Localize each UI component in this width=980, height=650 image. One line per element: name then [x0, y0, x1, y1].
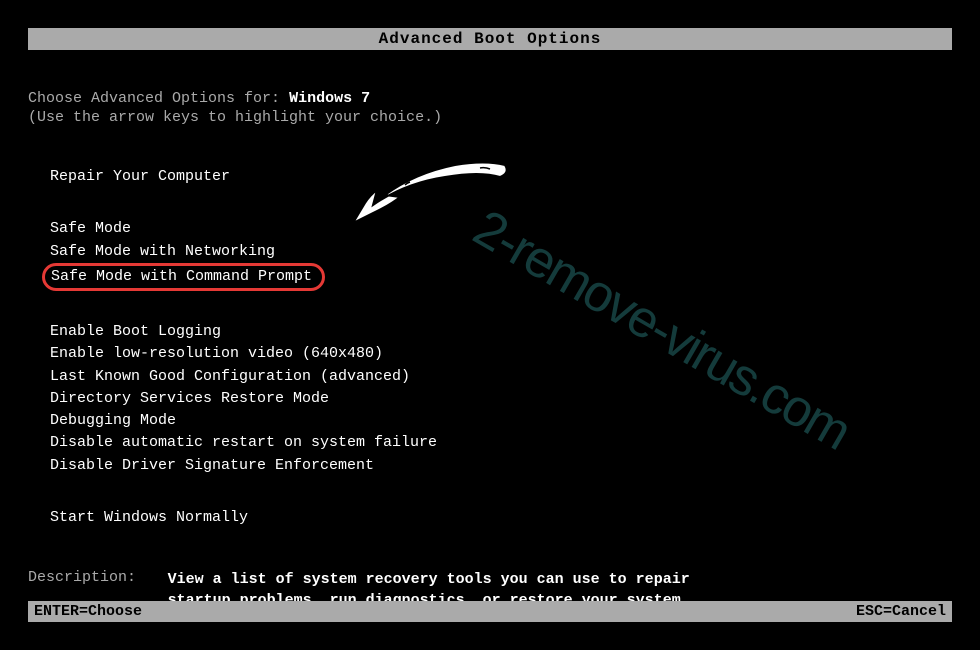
option-low-res-video[interactable]: Enable low-resolution video (640x480)	[50, 343, 952, 365]
prompt-line: Choose Advanced Options for: Windows 7	[28, 90, 952, 107]
option-last-known-good[interactable]: Last Known Good Configuration (advanced)	[50, 366, 952, 388]
option-start-normally[interactable]: Start Windows Normally	[50, 507, 952, 529]
option-safe-mode[interactable]: Safe Mode	[50, 218, 952, 240]
option-safe-mode-networking[interactable]: Safe Mode with Networking	[50, 241, 952, 263]
footer-esc: ESC=Cancel	[856, 603, 946, 620]
option-disable-auto-restart[interactable]: Disable automatic restart on system fail…	[50, 432, 952, 454]
option-directory-services[interactable]: Directory Services Restore Mode	[50, 388, 952, 410]
prompt-hint: (Use the arrow keys to highlight your ch…	[28, 109, 952, 126]
prompt-label: Choose Advanced Options for:	[28, 90, 280, 107]
prompt-os: Windows 7	[289, 90, 370, 107]
option-boot-logging[interactable]: Enable Boot Logging	[50, 321, 952, 343]
footer-enter: ENTER=Choose	[34, 603, 142, 620]
option-safe-mode-cmd[interactable]: Safe Mode with Command Prompt	[50, 263, 952, 291]
footer-bar: ENTER=Choose ESC=Cancel	[28, 601, 952, 622]
selected-highlight: Safe Mode with Command Prompt	[42, 263, 325, 291]
option-disable-driver-sig[interactable]: Disable Driver Signature Enforcement	[50, 455, 952, 477]
option-debugging-mode[interactable]: Debugging Mode	[50, 410, 952, 432]
description-label: Description:	[28, 569, 158, 586]
option-repair-computer[interactable]: Repair Your Computer	[50, 166, 952, 188]
title-bar: Advanced Boot Options	[28, 28, 952, 50]
